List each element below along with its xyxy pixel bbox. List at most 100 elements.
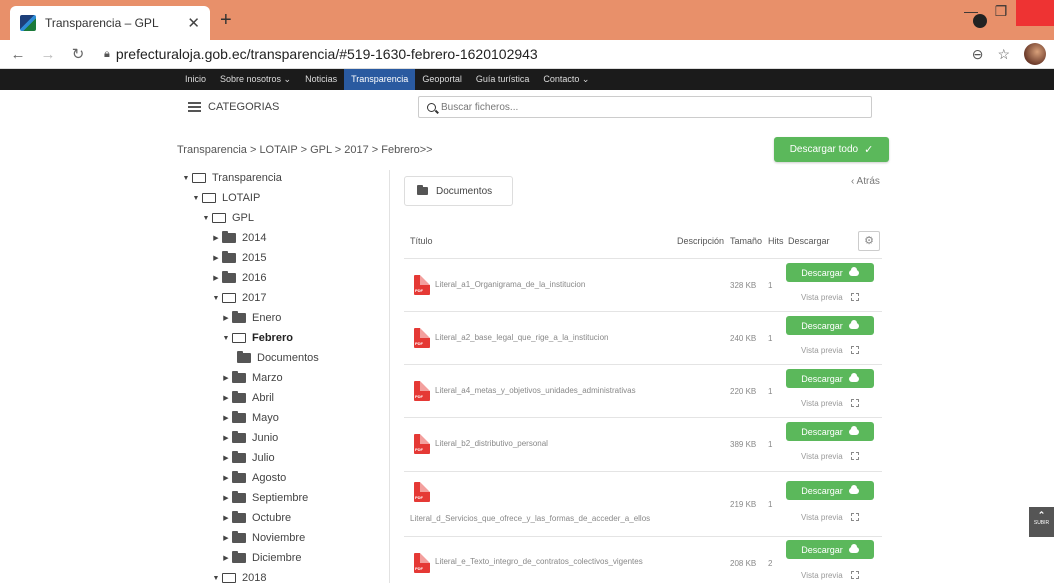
header-download[interactable]: Descargar xyxy=(788,236,830,246)
tree-node-2015[interactable]: ▶ 2015 xyxy=(212,250,266,266)
file-name[interactable]: Literal_a4_metas_y_objetivos_unidades_ad… xyxy=(435,386,636,395)
tree-node-diciembre[interactable]: ▶ Diciembre xyxy=(222,550,302,566)
tree-node-2018[interactable]: ▼ 2018 xyxy=(212,570,266,583)
nav-item-guia-turistica[interactable]: Guía turística xyxy=(469,69,537,90)
caret-right-icon[interactable]: ▶ xyxy=(212,254,220,262)
caret-right-icon[interactable]: ▶ xyxy=(222,494,230,502)
tree-node-enero[interactable]: ▶ Enero xyxy=(222,310,281,326)
caret-down-icon[interactable]: ▼ xyxy=(182,175,190,182)
file-name[interactable]: Literal_e_Texto_integro_de_contratos_col… xyxy=(435,557,643,566)
caret-right-icon[interactable]: ▶ xyxy=(222,454,230,462)
reload-icon[interactable]: ↻ xyxy=(66,45,90,63)
preview-icon xyxy=(850,346,859,354)
header-title[interactable]: Título xyxy=(410,236,433,246)
caret-right-icon[interactable]: ▶ xyxy=(222,314,230,322)
nav-item-noticias[interactable]: Noticias xyxy=(298,69,344,90)
caret-right-icon[interactable]: ▶ xyxy=(222,534,230,542)
nav-item-contacto[interactable]: Contacto ⌄ xyxy=(536,69,596,90)
tree-node-septiembre[interactable]: ▶ Septiembre xyxy=(222,490,308,506)
header-description[interactable]: Descripción xyxy=(677,236,724,246)
profile-avatar[interactable] xyxy=(1024,43,1046,65)
file-hits: 1 xyxy=(768,281,773,290)
caret-right-icon[interactable]: ▶ xyxy=(222,434,230,442)
tree-node-transparencia[interactable]: ▼ Transparencia xyxy=(182,170,282,186)
tree-node-documentos[interactable]: Documentos xyxy=(237,350,319,366)
subfolder-documentos[interactable]: Documentos xyxy=(404,176,513,206)
download-button[interactable]: Descargar xyxy=(786,316,874,335)
url-field[interactable]: prefecturaloja.gob.ec/transparencia/#519… xyxy=(116,46,538,62)
minimize-icon[interactable]: — xyxy=(956,0,986,26)
tree-node-2016[interactable]: ▶ 2016 xyxy=(212,270,266,286)
tree-node-noviembre[interactable]: ▶ Noviembre xyxy=(222,530,305,546)
file-size: 240 KB xyxy=(730,334,757,343)
tree-node-junio[interactable]: ▶ Junio xyxy=(222,430,278,446)
tree-node-febrero[interactable]: ▼ Febrero xyxy=(222,330,293,346)
caret-down-icon[interactable]: ▼ xyxy=(212,575,220,582)
caret-right-icon[interactable]: ▶ xyxy=(222,514,230,522)
forward-arrow-icon[interactable]: → xyxy=(36,46,60,63)
caret-down-icon[interactable]: ▼ xyxy=(222,335,230,342)
tree-node-2014[interactable]: ▶ 2014 xyxy=(212,230,266,246)
preview-button[interactable]: Vista previa xyxy=(801,399,859,408)
bookmark-star-icon[interactable]: ☆ xyxy=(997,46,1010,63)
caret-right-icon[interactable]: ▶ xyxy=(222,554,230,562)
nav-item-sobre-nosotros[interactable]: Sobre nosotros ⌄ xyxy=(213,69,298,90)
window-close-icon[interactable] xyxy=(1016,0,1054,26)
tree-node-lotaip[interactable]: ▼ LOTAIP xyxy=(192,190,261,206)
back-link[interactable]: ‹ Atrás xyxy=(851,176,880,187)
categories-button[interactable]: CATEGORIAS xyxy=(188,100,279,114)
tree-node-2017[interactable]: ▼ 2017 xyxy=(212,290,267,306)
file-name[interactable]: Literal_d_Servicios_que_ofrece_y_las_for… xyxy=(410,514,650,523)
tree-node-abril[interactable]: ▶ Abril xyxy=(222,390,274,406)
scroll-to-top-button[interactable]: ⌃ SUBIR xyxy=(1029,507,1054,537)
preview-button[interactable]: Vista previa xyxy=(801,513,859,522)
search-input[interactable]: Buscar ficheros... xyxy=(418,96,872,118)
download-button[interactable]: Descargar xyxy=(786,263,874,282)
new-tab-icon[interactable]: + xyxy=(220,9,232,32)
search-placeholder: Buscar ficheros... xyxy=(441,101,519,113)
preview-button[interactable]: Vista previa xyxy=(801,293,859,302)
header-hits[interactable]: Hits xyxy=(768,236,784,246)
caret-right-icon[interactable]: ▶ xyxy=(222,374,230,382)
preview-icon xyxy=(850,293,859,301)
back-arrow-icon[interactable]: ← xyxy=(6,46,30,63)
check-icon: ✓ xyxy=(864,144,874,156)
tree-node-gpl[interactable]: ▼ GPL xyxy=(202,210,254,226)
download-button[interactable]: Descargar xyxy=(786,481,874,500)
close-tab-icon[interactable]: ✕ xyxy=(187,14,200,32)
browser-tab[interactable]: Transparencia – GPL ✕ xyxy=(10,6,210,40)
table-settings-gear-icon[interactable]: ⚙ xyxy=(858,231,880,251)
folder-icon xyxy=(417,185,428,195)
download-button[interactable]: Descargar xyxy=(786,422,874,441)
breadcrumb[interactable]: Transparencia > LOTAIP > GPL > 2017 > Fe… xyxy=(177,144,433,156)
preview-button[interactable]: Vista previa xyxy=(801,452,859,461)
download-button[interactable]: Descargar xyxy=(786,369,874,388)
caret-right-icon[interactable]: ▶ xyxy=(222,474,230,482)
file-name[interactable]: Literal_a1_Organigrama_de_la_institucion xyxy=(435,280,585,289)
file-name[interactable]: Literal_b2_distributivo_personal xyxy=(435,439,548,448)
caret-down-icon[interactable]: ▼ xyxy=(192,195,200,202)
caret-right-icon[interactable]: ▶ xyxy=(212,234,220,242)
folder-icon xyxy=(222,231,236,243)
download-all-button[interactable]: Descargar todo ✓ xyxy=(774,137,889,162)
tree-node-octubre[interactable]: ▶ Octubre xyxy=(222,510,291,526)
tree-node-marzo[interactable]: ▶ Marzo xyxy=(222,370,283,386)
caret-right-icon[interactable]: ▶ xyxy=(222,414,230,422)
nav-item-transparencia[interactable]: Transparencia xyxy=(344,69,416,90)
nav-item-inicio[interactable]: Inicio xyxy=(178,69,213,90)
preview-button[interactable]: Vista previa xyxy=(801,346,859,355)
zoom-icon[interactable]: ⊖ xyxy=(972,46,984,63)
tree-node-mayo[interactable]: ▶ Mayo xyxy=(222,410,279,426)
caret-down-icon[interactable]: ▼ xyxy=(202,215,210,222)
restore-icon[interactable]: ❐ xyxy=(986,0,1016,26)
caret-right-icon[interactable]: ▶ xyxy=(212,274,220,282)
nav-item-geoportal[interactable]: Geoportal xyxy=(415,69,469,90)
header-size[interactable]: Tamaño xyxy=(730,236,762,246)
caret-right-icon[interactable]: ▶ xyxy=(222,394,230,402)
tree-node-julio[interactable]: ▶ Julio xyxy=(222,450,275,466)
download-button[interactable]: Descargar xyxy=(786,540,874,559)
caret-down-icon[interactable]: ▼ xyxy=(212,295,220,302)
file-name[interactable]: Literal_a2_base_legal_que_rige_a_la_inst… xyxy=(435,333,608,342)
preview-button[interactable]: Vista previa xyxy=(801,571,859,580)
tree-node-agosto[interactable]: ▶ Agosto xyxy=(222,470,286,486)
